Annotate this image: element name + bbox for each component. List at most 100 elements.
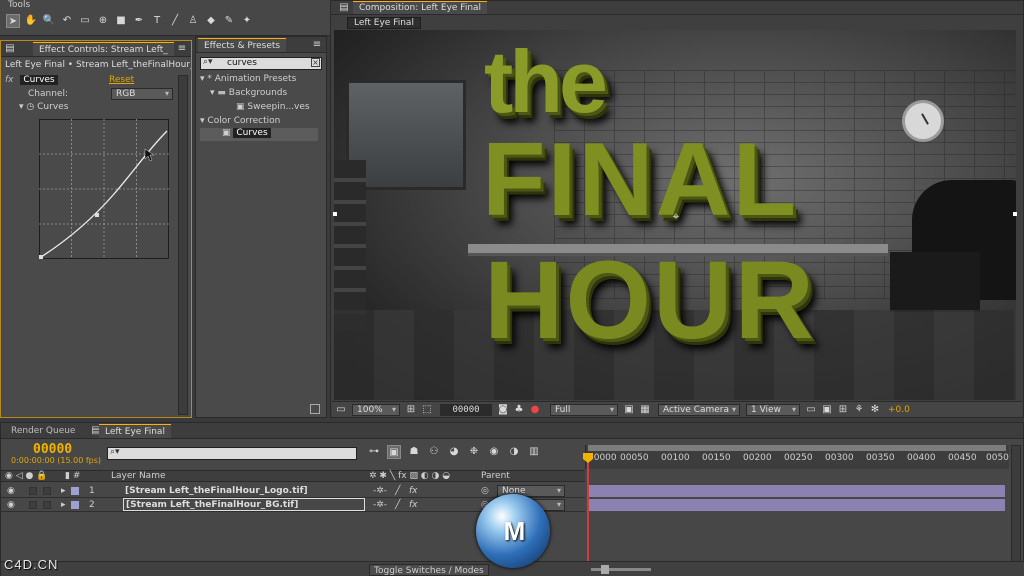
hand-tool-icon[interactable]: ✋	[24, 14, 38, 28]
pan-behind-tool-icon[interactable]: ⊕	[96, 14, 110, 28]
anchor-point-icon[interactable]: ⌖	[670, 210, 682, 222]
exposure-value[interactable]: +0.0	[888, 405, 910, 415]
pixel-aspect-icon[interactable]: ▭	[804, 403, 818, 417]
color-channels-icon[interactable]: ●	[528, 403, 542, 417]
zoom-dropdown[interactable]: 100%	[352, 404, 400, 416]
puppet-tool-icon[interactable]: ✦	[240, 14, 254, 28]
roto-brush-tool-icon[interactable]: ✎	[222, 14, 236, 28]
fast-previews-icon[interactable]: ▣	[820, 403, 834, 417]
fx-switch-icon[interactable]: fx	[409, 484, 418, 498]
timeline-timecode[interactable]: 00000	[33, 442, 72, 457]
layer-bar-2[interactable]	[587, 499, 1005, 511]
timeline-scrollbar[interactable]	[1011, 445, 1021, 571]
viewer-handle-left[interactable]	[333, 212, 337, 216]
pen-tool-icon[interactable]: ✒	[132, 14, 146, 28]
eraser-tool-icon[interactable]: ◆	[204, 14, 218, 28]
preset-item-backgrounds[interactable]: ▾ ▬ Backgrounds	[210, 88, 287, 98]
timeline-search[interactable]: ⌕▾	[107, 447, 357, 460]
panel-menu-icon[interactable]: ≡	[310, 38, 324, 52]
twirl-down-icon[interactable]: ▾	[19, 102, 24, 112]
label-color-swatch[interactable]	[71, 501, 79, 509]
label-color-swatch[interactable]	[71, 487, 79, 495]
auto-keyframe-icon[interactable]: ◉	[487, 445, 501, 459]
parent-header[interactable]: Parent	[481, 471, 510, 481]
flowchart-icon[interactable]: ⚘	[852, 403, 866, 417]
preset-item-animation[interactable]: ▾ * Animation Presets	[200, 74, 296, 84]
comp-sub-tab[interactable]: Left Eye Final	[347, 17, 421, 29]
layer-row-1[interactable]: ◉ ▸ 1 [Stream Left_theFinalHour_Logo.tif…	[1, 484, 585, 498]
stopwatch-icon[interactable]: ◷	[26, 102, 34, 112]
snapshot-icon[interactable]: ◙	[496, 403, 510, 417]
tab-composition[interactable]: Composition: Left Eye Final	[353, 1, 488, 14]
channel-dropdown[interactable]: RGB	[111, 88, 173, 100]
quality-switch-icon[interactable]: ╱	[395, 484, 400, 498]
text-tool-icon[interactable]: T	[150, 14, 164, 28]
toggle-switches-modes-button[interactable]: Toggle Switches / Modes	[369, 564, 489, 576]
zoom-slider[interactable]	[591, 568, 651, 571]
region-of-interest-icon[interactable]: ▣	[622, 403, 636, 417]
solo-box[interactable]	[29, 487, 37, 495]
visibility-icon[interactable]: ◉	[7, 484, 15, 498]
brush-tool-icon[interactable]: ╱	[168, 14, 182, 28]
rotate-tool-icon[interactable]: ↶	[60, 14, 74, 28]
tab-effects-presets[interactable]: Effects & Presets	[198, 38, 287, 52]
shy-switch-icon[interactable]: -✲-	[373, 484, 387, 498]
comp-timecode[interactable]: 00000	[440, 404, 492, 416]
curves-graph[interactable]	[39, 119, 169, 259]
layer-name[interactable]: [Stream Left_theFinalHour_BG.tif]	[123, 498, 365, 511]
grid-toggle-icon[interactable]: ⊞	[404, 403, 418, 417]
effects-search-input[interactable]: curves	[227, 58, 257, 69]
rectangle-tool-icon[interactable]: ■	[114, 14, 128, 28]
quality-switch-icon[interactable]: ╱	[395, 498, 400, 512]
playhead-cti[interactable]	[587, 453, 589, 576]
lock-box[interactable]	[43, 487, 51, 495]
effects-search-box[interactable]: ⌕▾ curves ×	[200, 57, 322, 70]
layer-name[interactable]: [Stream Left_theFinalHour_Logo.tif]	[125, 484, 308, 498]
selection-tool-icon[interactable]: ➤	[6, 14, 20, 28]
always-preview-icon[interactable]: ▭	[334, 403, 348, 417]
twirl-right-icon[interactable]: ▸	[61, 498, 66, 512]
mask-toggle-icon[interactable]: ⬚	[420, 403, 434, 417]
new-bin-icon[interactable]	[310, 404, 320, 414]
time-ruler[interactable]: 00000 00050 00100 00150 00200 00250 0030…	[585, 445, 1009, 469]
clone-stamp-tool-icon[interactable]: ♙	[186, 14, 200, 28]
reset-button[interactable]: Reset	[109, 75, 134, 85]
preset-item-curves[interactable]: ▣ Curves	[200, 128, 318, 141]
comp-mini-flowchart-icon[interactable]: ⊶	[367, 445, 381, 459]
layer-bar-1[interactable]	[587, 485, 1005, 497]
solo-box[interactable]	[29, 501, 37, 509]
lock-box[interactable]	[43, 501, 51, 509]
motion-blur-icon[interactable]: ◕	[447, 445, 461, 459]
preset-item-sweeping[interactable]: ▣ Sweepin...ves	[236, 102, 310, 112]
exposure-icon[interactable]: ✻	[868, 403, 882, 417]
lock-icon[interactable]: ▤	[337, 1, 351, 15]
zoom-tool-icon[interactable]: 🔍	[42, 14, 56, 28]
tab-effect-controls[interactable]: Effect Controls: Stream Left_	[33, 42, 174, 56]
camera-dropdown[interactable]: Active Camera	[658, 404, 740, 416]
panel-menu-icon[interactable]: ▤	[3, 42, 17, 56]
zoom-slider-thumb[interactable]	[601, 565, 609, 574]
effect-name[interactable]: Curves	[20, 75, 58, 85]
parent-pickwhip-icon[interactable]: ◎	[481, 484, 489, 498]
clear-search-icon[interactable]: ×	[311, 58, 320, 67]
layer-name-header[interactable]: Layer Name	[111, 471, 166, 481]
visibility-icon[interactable]: ◉	[7, 498, 15, 512]
show-snapshot-icon[interactable]: ♣	[512, 403, 526, 417]
camera-tool-icon[interactable]: ▭	[78, 14, 92, 28]
twirl-right-icon[interactable]: ▸	[61, 484, 66, 498]
panel-close-icon[interactable]: ≡	[175, 42, 189, 56]
timeline-icon[interactable]: ⊞	[836, 403, 850, 417]
frame-blending-icon[interactable]: ⚇	[427, 445, 441, 459]
draft-3d-icon[interactable]: ▣	[387, 445, 401, 459]
viewer-handle-right[interactable]	[1013, 212, 1017, 216]
effect-row-curves[interactable]: fx Curves Reset	[5, 75, 185, 87]
brainstorm-icon[interactable]: ❉	[467, 445, 481, 459]
effect-scrollbar[interactable]	[178, 75, 188, 415]
shy-switch-icon[interactable]: -✲-	[373, 498, 387, 512]
work-area-bar[interactable]	[588, 445, 1006, 451]
graph-editor-icon[interactable]: ◑	[507, 445, 521, 459]
resolution-dropdown[interactable]: Full	[550, 404, 618, 416]
curves-row[interactable]: ▾ ◷ Curves	[19, 102, 68, 112]
fx-switch-icon[interactable]: fx	[409, 498, 418, 512]
tab-render-queue[interactable]: Render Queue	[5, 424, 81, 438]
